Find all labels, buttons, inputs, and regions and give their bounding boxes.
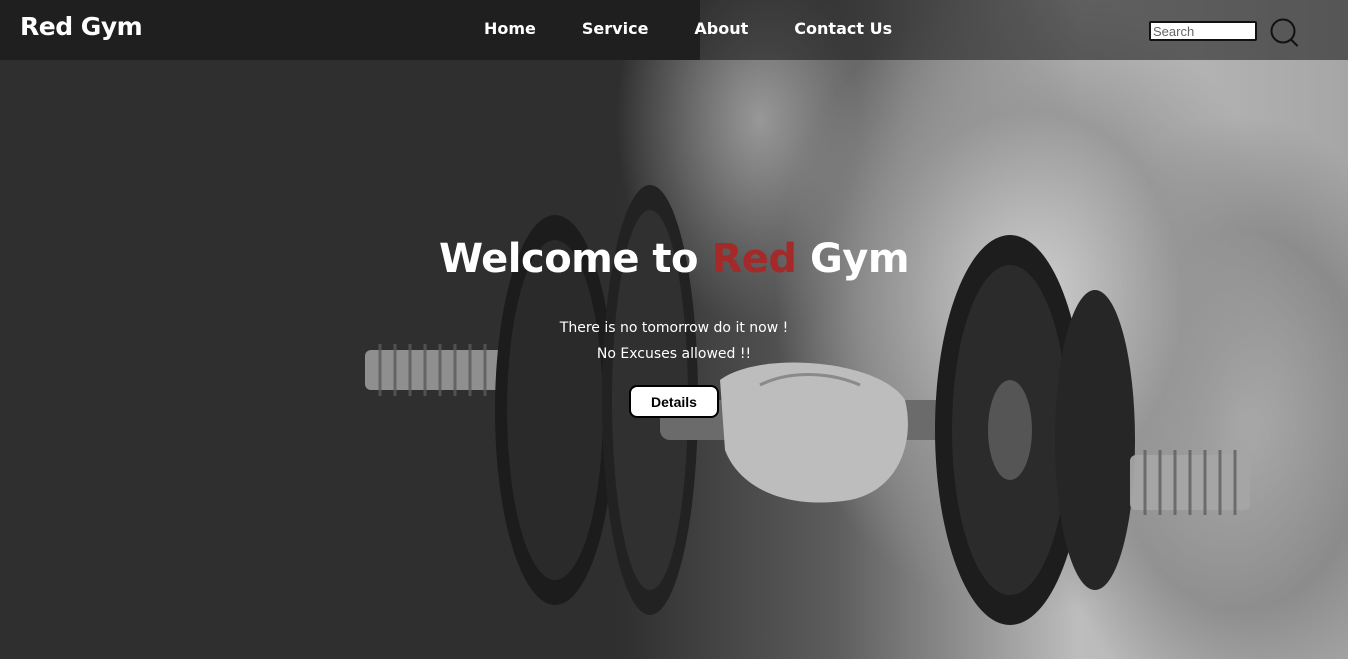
details-button[interactable]: Details: [629, 385, 719, 418]
hero-title: Welcome to Red Gym: [0, 236, 1348, 282]
hero-title-prefix: Welcome to: [438, 236, 712, 282]
hero-title-accent: Red: [711, 236, 797, 282]
hero-tagline-1: There is no tomorrow do it now !: [559, 320, 789, 336]
hero-title-suffix: Gym: [796, 236, 910, 282]
hero-section: Welcome to Red Gym There is no tomorrow …: [0, 0, 1348, 659]
hero-tagline-2: No Excuses allowed !!: [596, 346, 752, 362]
